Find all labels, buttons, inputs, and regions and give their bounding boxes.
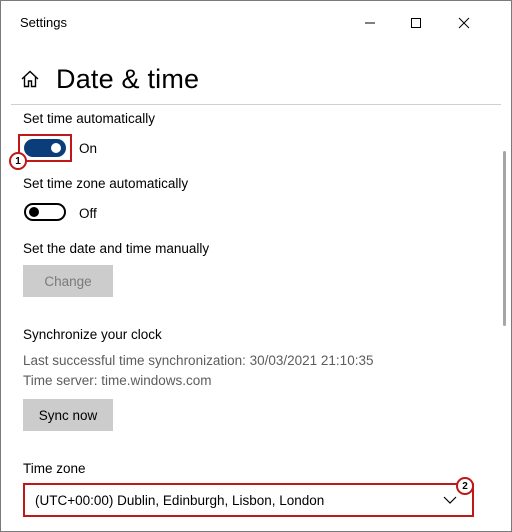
scrollbar[interactable] [503,151,506,326]
minimize-button[interactable] [347,1,393,45]
annotation-marker-2: 2 [456,477,474,495]
chevron-down-icon [443,496,457,504]
sync-now-button[interactable]: Sync now [23,399,113,431]
header-divider [11,104,501,105]
app-title: Settings [20,15,67,30]
toggle-knob [29,207,39,217]
sync-heading: Synchronize your clock [23,327,162,342]
maximize-icon [411,18,421,28]
toggle-knob [51,143,61,153]
close-icon [458,17,470,29]
maximize-button[interactable] [393,1,439,45]
timezone-label: Time zone [23,461,86,476]
last-sync-text: Last successful time synchronization: 30… [23,353,374,368]
set-timezone-auto-state: Off [79,206,97,221]
timezone-value: (UTC+00:00) Dublin, Edinburgh, Lisbon, L… [35,492,325,508]
annotation-marker-1: 1 [9,152,27,170]
page-header: Date & time [20,61,199,97]
timezone-dropdown[interactable]: (UTC+00:00) Dublin, Edinburgh, Lisbon, L… [23,483,474,517]
change-button[interactable]: Change [23,265,113,297]
time-server-text: Time server: time.windows.com [23,373,212,388]
set-time-auto-state: On [79,141,98,156]
set-timezone-auto-label: Set time zone automatically [23,176,189,191]
set-time-auto-label: Set time automatically [23,111,156,126]
title-bar: Settings [1,1,511,45]
manual-time-label: Set the date and time manually [23,241,210,256]
set-timezone-auto-toggle[interactable] [24,203,66,221]
set-time-auto-toggle[interactable] [24,139,66,157]
minimize-icon [365,22,375,24]
settings-window: Settings Date & time Set time automatica… [0,0,512,532]
close-button[interactable] [441,1,487,45]
home-icon[interactable] [20,68,42,90]
page-title: Date & time [56,63,200,94]
